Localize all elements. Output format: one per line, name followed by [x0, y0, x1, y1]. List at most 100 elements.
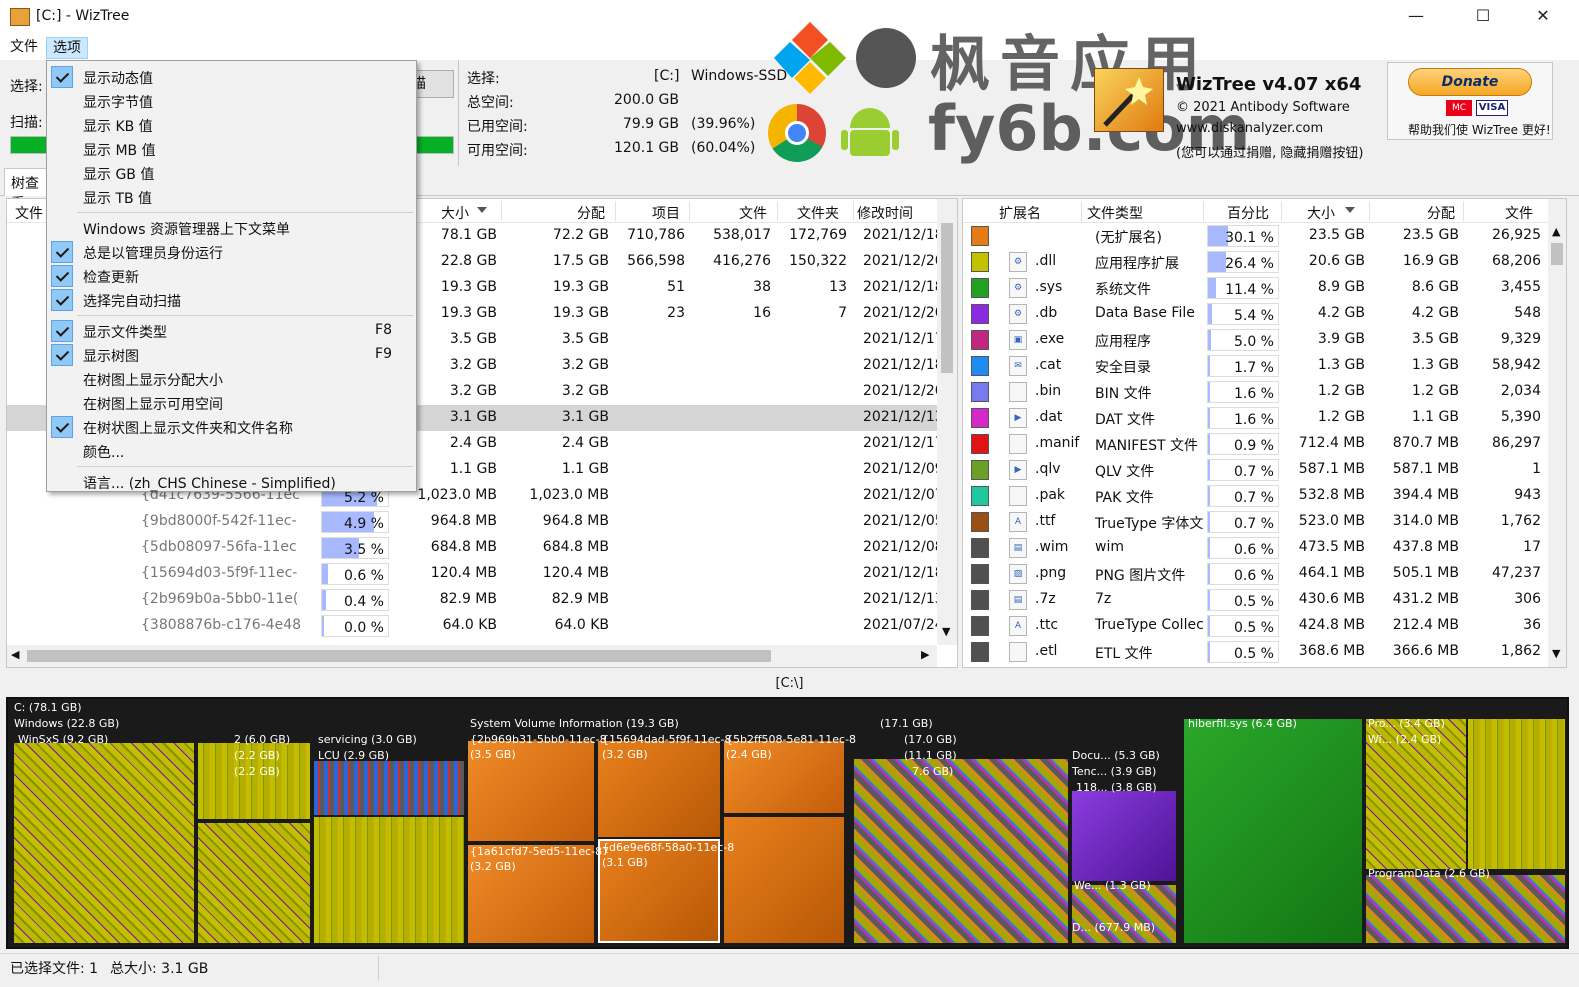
tm-label-u4: 7.6 GB) — [912, 765, 954, 778]
options-menu-item[interactable]: Windows 资源管理器上下文菜单 — [47, 216, 416, 240]
ext-row[interactable]: .bin BIN 文件 1.6 % 1.2 GB 1.2 GB 2,034 — [963, 379, 1548, 405]
color-swatch — [971, 512, 989, 532]
ext-row[interactable]: .etl ETL 文件 0.5 % 368.6 MB 366.6 MB 1,862 — [963, 639, 1548, 665]
options-menu-item[interactable]: 选择完自动扫描 — [47, 288, 416, 312]
treemap-hiberfil[interactable] — [1184, 719, 1362, 943]
ext-row[interactable]: ⚙ .sys 系统文件 11.4 % 8.9 GB 8.6 GB 3,455 — [963, 275, 1548, 301]
ext-row[interactable]: ▶ .dat DAT 文件 1.6 % 1.2 GB 1.1 GB 5,390 — [963, 405, 1548, 431]
tree-row[interactable]: {3808876b-c176-4e48 0.0 % 64.0 KB 64.0 KB 20… — [7, 613, 937, 639]
scroll-right-icon[interactable]: ▶ — [921, 648, 929, 661]
donate-button[interactable]: Donate — [1408, 68, 1532, 96]
col-modified[interactable]: 修改时间 — [857, 203, 913, 223]
ext-scroll-down-icon[interactable]: ▼ — [1552, 647, 1560, 660]
options-menu-item[interactable]: 在树图上显示分配大小 — [47, 367, 416, 391]
tree-cell-size: 120.4 MB — [430, 565, 497, 581]
treemap-we[interactable] — [1072, 885, 1176, 943]
ext-row[interactable]: A .ttf TrueType 字体文 0.7 % 523.0 MB 314.0 MB 1,… — [963, 509, 1548, 535]
maximize-button[interactable]: ☐ — [1460, 0, 1506, 34]
options-menu-item[interactable]: 总是以管理员身份运行 — [47, 240, 416, 264]
tree-cell-alloc: 2.4 GB — [561, 435, 609, 451]
options-menu-item[interactable]: 显示 MB 值 — [47, 137, 416, 161]
treemap-svi-selected[interactable] — [598, 839, 720, 943]
tree-hscrollbar[interactable]: ◀ ▶ — [7, 645, 937, 667]
tree-hscroll-thumb[interactable] — [27, 650, 771, 662]
menu-item-shortcut: F9 — [375, 346, 392, 362]
options-menu-item[interactable]: 在树状图上显示文件夹和文件名称 — [47, 415, 416, 439]
menu-file[interactable]: 文件 — [4, 37, 44, 59]
options-menu-item[interactable]: 显示 TB 值 — [47, 185, 416, 209]
col-items[interactable]: 项目 — [652, 203, 680, 223]
ext-row[interactable]: ▶ .qlv QLV 文件 0.7 % 587.1 MB 587.1 MB 1 — [963, 457, 1548, 483]
options-menu-item[interactable]: 颜色... — [47, 439, 416, 463]
ext-row[interactable]: .pak PAK 文件 0.7 % 532.8 MB 394.4 MB 943 — [963, 483, 1548, 509]
tree-row[interactable]: {9bd8000f-542f-11ec- 4.9 % 964.8 MB 964.8 M… — [7, 509, 937, 535]
minimize-button[interactable]: — — [1393, 0, 1439, 34]
website-link[interactable]: www.diskanalyzer.com — [1176, 121, 1323, 136]
tree-percent-text: 0.4 % — [343, 594, 384, 610]
ext-row[interactable]: ✉ .cat 安全目录 1.7 % 1.3 GB 1.3 GB 58,942 — [963, 353, 1548, 379]
checkmark-icon — [51, 241, 73, 263]
options-menu-item[interactable]: 显示树图 F9 — [47, 343, 416, 367]
treemap-pro-b[interactable] — [1468, 719, 1565, 869]
menu-options[interactable]: 选项 — [46, 37, 88, 59]
ext-cell-percent: 26.4 % — [1207, 251, 1279, 273]
ext-row[interactable]: ⚙ .dll 应用程序扩展 26.4 % 20.6 GB 16.9 GB 68,206 — [963, 249, 1548, 275]
ext-row[interactable]: .manif MANIFEST 文件 0.9 % 712.4 MB 870.7 MB 86… — [963, 431, 1548, 457]
ext-cell-files: 5,390 — [1500, 409, 1541, 425]
options-menu-item[interactable]: 在树图上显示可用空间 — [47, 391, 416, 415]
options-menu-item[interactable]: 显示字节值 — [47, 89, 416, 113]
ext-vscroll-thumb[interactable] — [1551, 243, 1563, 265]
treemap-programdata[interactable] — [1366, 875, 1565, 943]
col-name[interactable]: 文件 — [15, 203, 43, 223]
options-menu-item[interactable]: 显示文件类型 F8 — [47, 319, 416, 343]
ext-row[interactable]: ⚙ .db Data Base File 5.4 % 4.2 GB 4.2 GB 548 — [963, 301, 1548, 327]
treemap[interactable]: C: (78.1 GB) Windows (22.8 GB) WinSxS (9… — [6, 697, 1569, 949]
col-ext-size[interactable]: 大小 — [1307, 203, 1335, 223]
ext-row[interactable]: ▤ .7z 7z 0.5 % 430.6 MB 431.2 MB 306 — [963, 587, 1548, 613]
ext-scroll-up-icon[interactable]: ▲ — [1552, 225, 1560, 238]
treemap-servicing[interactable] — [314, 817, 464, 943]
tree-row[interactable]: {5db08097-56fa-11ec 3.5 % 684.8 MB 684.8 MB… — [7, 535, 937, 561]
treemap-lcu[interactable] — [314, 761, 464, 815]
treemap-svi-3b[interactable] — [724, 817, 844, 943]
scroll-down-icon[interactable]: ▼ — [942, 625, 950, 638]
tree-cell-percent: 0.6 % — [321, 563, 389, 585]
col-ext-files[interactable]: 文件 — [1505, 203, 1533, 223]
options-menu-item[interactable]: 检查更新 — [47, 264, 416, 288]
tree-row[interactable]: {2b969b0a-5bb0-11e(0.4 % 82.9 MB 82.9 MB 20… — [7, 587, 937, 613]
options-menu-item[interactable]: 显示动态值 — [47, 65, 416, 89]
ext-row[interactable]: ▣ .exe 应用程序 5.0 % 3.9 GB 3.5 GB 9,329 — [963, 327, 1548, 353]
treemap-users[interactable] — [854, 759, 1068, 943]
ext-percent-text: 0.9 % — [1233, 438, 1274, 454]
ext-cell-files: 2,034 — [1500, 383, 1541, 399]
close-button[interactable]: ✕ — [1520, 0, 1566, 34]
color-swatch — [971, 564, 989, 584]
tree-cell-modified: 2021/12/17 — [863, 435, 937, 451]
ext-cell-type: 应用程序扩展 — [1095, 256, 1179, 272]
treemap-winsxs[interactable] — [14, 743, 194, 943]
options-menu-item[interactable]: 显示 KB 值 — [47, 113, 416, 137]
ext-row[interactable]: ▨ .png PNG 图片文件 0.6 % 464.1 MB 505.1 MB 47,237 — [963, 561, 1548, 587]
col-ext-alloc[interactable]: 分配 — [1427, 203, 1455, 223]
col-folders[interactable]: 文件夹 — [797, 203, 839, 223]
col-percent[interactable]: 百分比 — [1227, 203, 1269, 223]
col-size[interactable]: 大小 — [441, 203, 469, 223]
tree-vscroll-thumb[interactable] — [941, 223, 953, 373]
scroll-left-icon[interactable]: ◀ — [11, 648, 19, 661]
ext-vscrollbar[interactable]: ▲ ▼ — [1548, 199, 1566, 667]
options-menu-item[interactable]: 显示 GB 值 — [47, 161, 416, 185]
tree-row[interactable]: {15694d03-5f9f-11ec- 0.6 % 120.4 MB 120.4 M… — [7, 561, 937, 587]
col-file-type[interactable]: 文件类型 — [1087, 203, 1143, 223]
ext-cell-percent: 0.7 % — [1207, 511, 1279, 533]
ext-row[interactable]: (无扩展名) 30.1 % 23.5 GB 23.5 GB 26,925 — [963, 223, 1548, 249]
ext-row[interactable]: A .ttc TrueType Collect 0.5 % 424.8 MB 212.4 … — [963, 613, 1548, 639]
col-alloc[interactable]: 分配 — [577, 203, 605, 223]
ext-cell-extension: .dat — [1035, 409, 1063, 425]
ext-row[interactable]: ▤ .wim wim 0.6 % 473.5 MB 437.8 MB 17 — [963, 535, 1548, 561]
options-menu-item[interactable]: 语言... (zh_CHS Chinese - Simplified) — [47, 470, 416, 494]
col-extension[interactable]: 扩展名 — [999, 203, 1041, 223]
treemap-tencent[interactable] — [1072, 791, 1176, 881]
treemap-block-2gb[interactable] — [198, 823, 310, 943]
col-files[interactable]: 文件 — [739, 203, 767, 223]
tree-vscrollbar[interactable]: ▼ — [937, 199, 957, 645]
